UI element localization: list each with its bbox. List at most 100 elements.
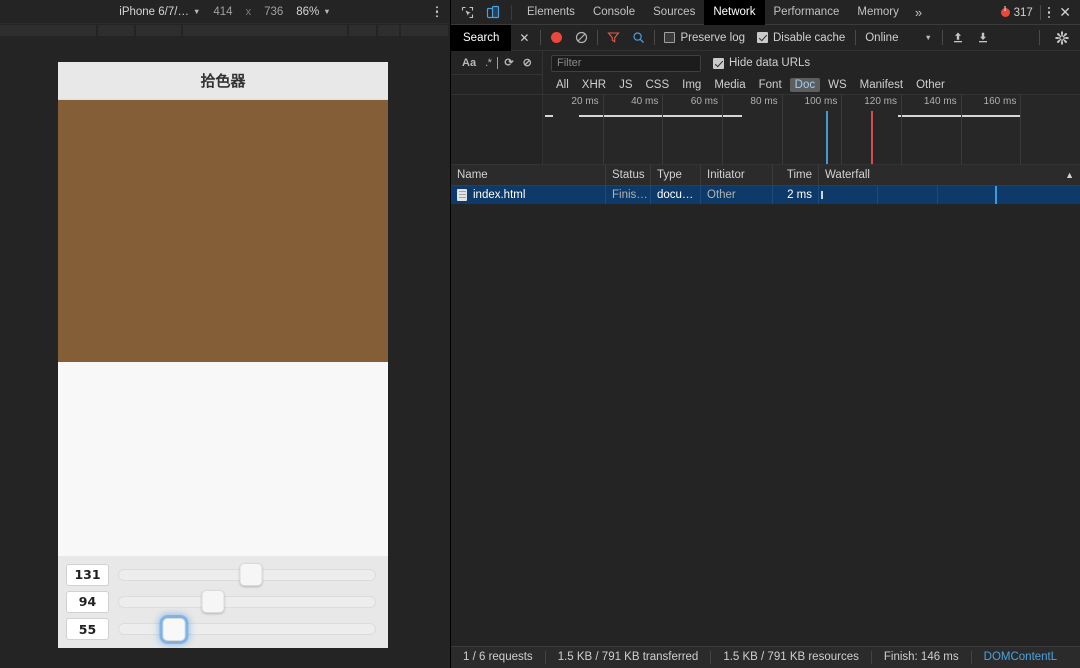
blue-value-box[interactable]: 55 xyxy=(66,618,109,641)
slider-thumb[interactable] xyxy=(162,617,186,641)
inspect-element-icon[interactable] xyxy=(455,1,480,24)
type-filter-doc[interactable]: Doc xyxy=(789,77,821,92)
error-count-badge[interactable]: 317 xyxy=(1000,6,1033,19)
import-har-icon[interactable] xyxy=(946,26,971,49)
type-filter-css[interactable]: CSS xyxy=(640,78,674,92)
divider xyxy=(511,4,512,20)
type-filter-manifest[interactable]: Manifest xyxy=(855,78,908,92)
filter-zone: Hide data URLs xyxy=(543,51,1080,75)
text-cursor xyxy=(497,56,499,69)
kebab-dot xyxy=(1047,6,1051,10)
tab-performance[interactable]: Performance xyxy=(765,0,849,25)
timeline-request-bar xyxy=(545,115,553,117)
tab-network[interactable]: Network xyxy=(704,0,765,25)
tab-elements[interactable]: Elements xyxy=(518,0,584,25)
ruler-segment[interactable] xyxy=(135,25,182,36)
sort-ascending-icon: ▲ xyxy=(1065,169,1074,180)
disable-cache-checkbox[interactable]: Disable cache xyxy=(757,32,845,44)
throttling-selector[interactable]: Online ▼ xyxy=(865,32,932,44)
chevron-down-icon: ▼ xyxy=(192,7,201,16)
timeline-tick-label: 40 ms xyxy=(631,96,659,107)
column-header-status[interactable]: Status xyxy=(606,164,651,186)
green-value-box[interactable]: 94 xyxy=(66,590,109,613)
clear-icon[interactable] xyxy=(569,26,594,49)
blue-slider[interactable] xyxy=(118,616,376,642)
dimension-separator: x xyxy=(245,5,252,18)
type-filter-img[interactable]: Img xyxy=(677,78,706,92)
cell-waterfall xyxy=(819,186,1080,204)
zoom-selector[interactable]: 86% ▼ xyxy=(296,6,330,18)
ruler-segment[interactable] xyxy=(98,25,134,36)
column-header-waterfall[interactable]: Waterfall ▲ xyxy=(819,165,1080,186)
type-filter-other[interactable]: Other xyxy=(911,78,950,92)
red-value-box[interactable]: 131 xyxy=(66,563,109,586)
type-filter-xhr[interactable]: XHR xyxy=(577,78,611,92)
timeline-tick xyxy=(602,95,604,164)
search-icon[interactable] xyxy=(626,26,651,49)
checkbox-box xyxy=(664,32,676,43)
cell-name[interactable]: index.html xyxy=(451,186,606,204)
slider-thumb[interactable] xyxy=(201,590,225,614)
type-filter-js[interactable]: JS xyxy=(614,78,637,92)
search-options: Aa .* ⟳ ⊘ xyxy=(451,51,543,75)
tab-sources[interactable]: Sources xyxy=(644,0,704,25)
type-filter-all[interactable]: All xyxy=(551,78,574,92)
cell-type: docu… xyxy=(651,186,701,204)
column-header-initiator[interactable]: Initiator xyxy=(701,164,773,186)
status-transferred: 1.5 KB / 791 KB transferred xyxy=(546,651,712,664)
close-devtools-button[interactable]: ✕ xyxy=(1054,4,1076,21)
tab-console[interactable]: Console xyxy=(584,0,644,25)
type-filter-font[interactable]: Font xyxy=(754,78,787,92)
device-toolbar-more-button[interactable] xyxy=(435,5,438,18)
regex-button[interactable]: .* xyxy=(482,57,494,69)
record-icon[interactable] xyxy=(544,26,569,49)
ruler-segment[interactable] xyxy=(400,25,448,36)
cell-status: Finis… xyxy=(606,186,651,204)
tab-memory[interactable]: Memory xyxy=(848,0,908,25)
chevron-down-icon: ▼ xyxy=(323,7,331,16)
ruler-segment[interactable] xyxy=(378,25,399,36)
devtools-tab-bar: Elements Console Sources Network Perform… xyxy=(451,0,1080,25)
preserve-log-label: Preserve log xyxy=(680,31,745,44)
network-timeline-overview[interactable]: 20 ms 40 ms 60 ms 80 ms 100 ms 120 ms 140 ms 16… xyxy=(543,95,1080,164)
ruler-segment[interactable] xyxy=(348,25,377,36)
export-har-icon[interactable] xyxy=(971,26,996,49)
red-slider[interactable] xyxy=(118,562,376,588)
match-case-button[interactable]: Aa xyxy=(459,57,479,69)
device-selector[interactable]: iPhone 6/7/… ▼ xyxy=(119,6,200,18)
network-table-body: index.html Finis… docu… Other 2 ms xyxy=(451,186,1080,646)
kebab-dot xyxy=(1047,15,1051,19)
ruler-segment[interactable] xyxy=(0,25,97,36)
filter-input[interactable] xyxy=(551,54,701,72)
resource-type-filter-row: All XHR JS CSS Img Media Font Doc WS Man… xyxy=(451,75,1080,95)
close-search-button[interactable]: ✕ xyxy=(511,31,537,45)
devtools-more-options-button[interactable] xyxy=(1047,6,1051,19)
slider-track xyxy=(118,595,376,608)
table-row[interactable]: index.html Finis… docu… Other 2 ms xyxy=(451,186,1080,204)
refresh-icon[interactable]: ⟳ xyxy=(501,56,516,69)
column-header-type[interactable]: Type xyxy=(651,164,701,186)
gear-icon[interactable] xyxy=(1049,26,1074,49)
error-icon xyxy=(1000,6,1010,17)
type-filter-ws[interactable]: WS xyxy=(823,78,852,92)
disable-cache-label: Disable cache xyxy=(773,31,846,44)
column-header-name[interactable]: Name xyxy=(451,164,606,186)
filter-icon[interactable] xyxy=(601,26,626,49)
type-filter-media[interactable]: Media xyxy=(709,78,750,92)
search-drawer-tab[interactable]: Search xyxy=(451,24,512,51)
hide-data-urls-checkbox[interactable]: Hide data URLs xyxy=(713,57,810,69)
viewport-width-input[interactable]: 414 xyxy=(213,6,232,18)
document-icon xyxy=(457,189,467,201)
divider xyxy=(941,30,943,45)
viewport-height-input[interactable]: 736 xyxy=(264,6,283,18)
green-slider[interactable] xyxy=(118,589,376,615)
divider xyxy=(654,30,656,45)
ruler-segment[interactable] xyxy=(183,25,347,36)
error-count-label: 317 xyxy=(1013,6,1033,19)
toggle-device-toolbar-icon[interactable] xyxy=(480,1,505,24)
clear-search-icon[interactable]: ⊘ xyxy=(520,56,535,69)
preserve-log-checkbox[interactable]: Preserve log xyxy=(664,32,745,44)
slider-thumb[interactable] xyxy=(239,563,263,587)
more-tabs-button[interactable]: » xyxy=(908,5,929,20)
column-header-time[interactable]: Time xyxy=(773,164,819,186)
